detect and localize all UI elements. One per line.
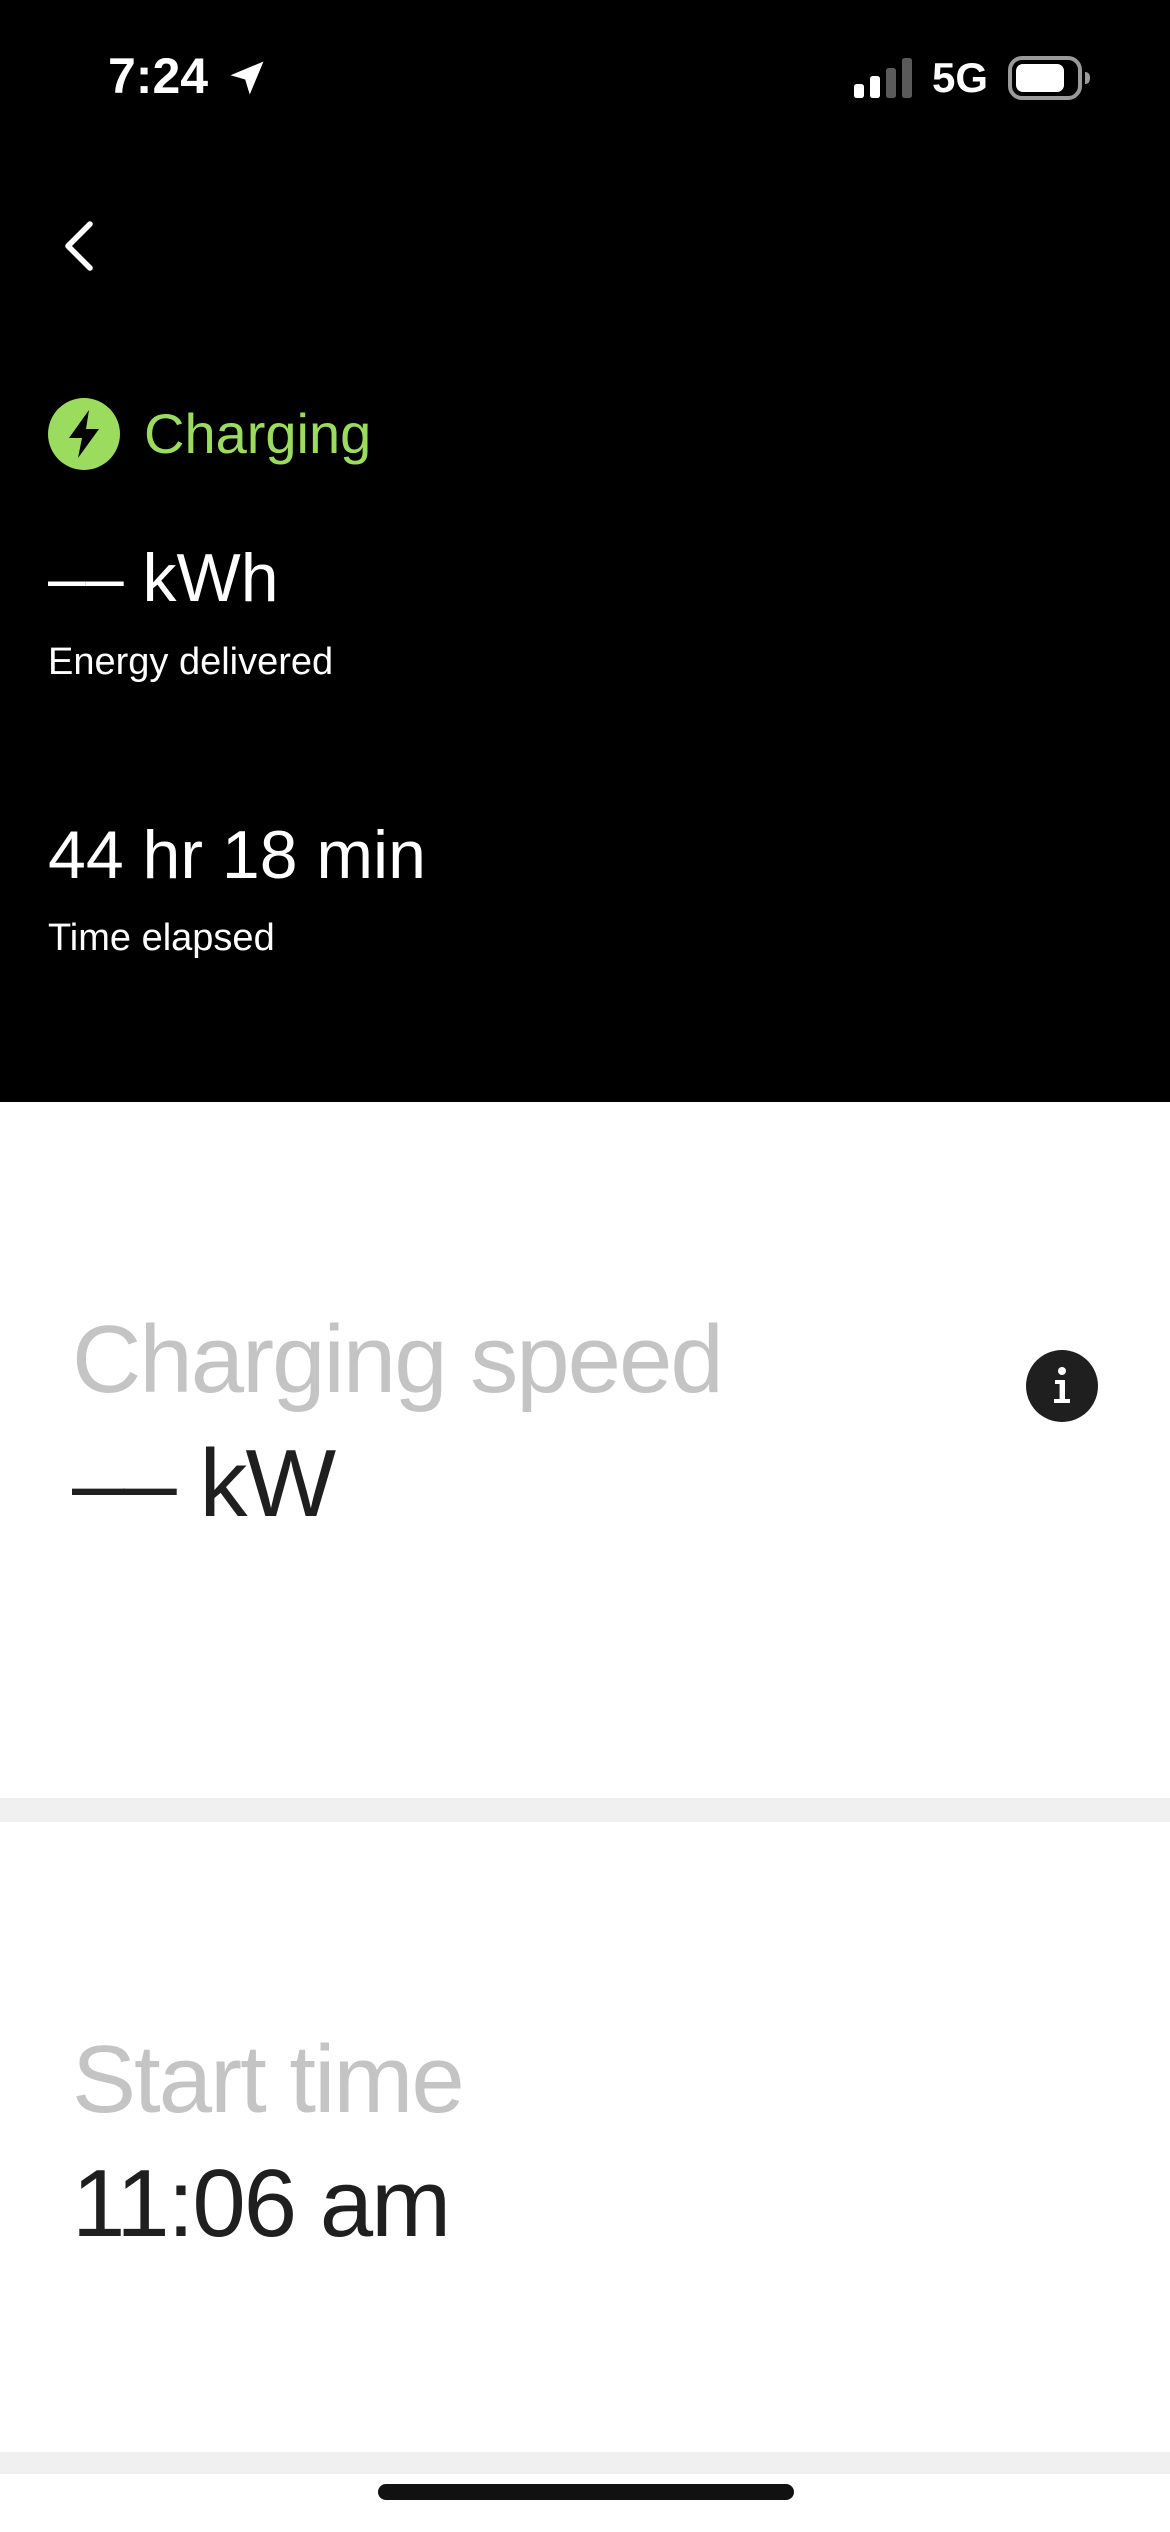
section-divider (0, 2452, 1170, 2474)
charging-speed-title: Charging speed (72, 1306, 724, 1413)
energy-delivered-label: Energy delivered (48, 641, 334, 683)
location-arrow-icon (230, 61, 264, 95)
charging-session-screen: 7:24 5G Charging –– kWh Energy delivered… (0, 0, 1170, 2532)
charging-status-label: Charging (144, 402, 372, 465)
charging-speed-card: Charging speed –– kW (0, 1102, 1170, 1798)
time-elapsed-label: Time elapsed (48, 917, 275, 959)
chevron-left-icon (65, 221, 93, 271)
info-icon[interactable] (1026, 1350, 1098, 1422)
session-header: 7:24 5G Charging –– kWh Energy delivered… (0, 0, 1170, 1102)
lightning-bolt-icon (48, 398, 120, 470)
signal-bars-icon (854, 58, 912, 98)
back-button[interactable] (44, 206, 116, 286)
network-type: 5G (932, 54, 989, 101)
time-elapsed-value: 44 hr 18 min (48, 817, 426, 893)
charging-speed-value: –– kW (72, 1430, 336, 1537)
battery-icon (1008, 56, 1090, 100)
start-time-title: Start time (72, 2026, 465, 2133)
start-time-value: 11:06 am (72, 2150, 451, 2257)
start-time-card: Start time 11:06 am (0, 1822, 1170, 2452)
home-indicator[interactable] (378, 2484, 794, 2500)
charging-status: Charging (48, 398, 371, 470)
section-divider (0, 1798, 1170, 1822)
energy-delivered-value: –– kWh (48, 540, 279, 616)
status-bar-time: 7:24 (108, 48, 209, 104)
